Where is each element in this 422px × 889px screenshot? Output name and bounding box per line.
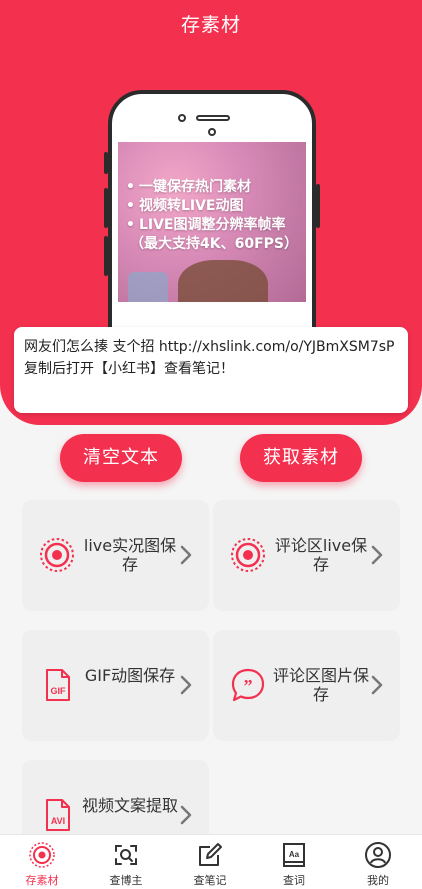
card-label: GIF动图保存 xyxy=(84,666,176,685)
tab-label: 查博主 xyxy=(109,874,143,887)
feature-note: （最大支持4K、60FPS） xyxy=(130,236,298,252)
feature-item: LIVE图调整分辨率帧率 xyxy=(126,216,298,235)
gif-file-icon: GIF xyxy=(46,669,70,701)
promo-image: 一键保存热门素材 视频转LIVE动图 LIVE图调整分辨率帧率 （最大支持4K、… xyxy=(118,142,306,302)
tab-label: 我的 xyxy=(367,874,389,887)
clear-text-button[interactable]: 清空文本 xyxy=(60,434,182,482)
card-label: 评论区图片保存 xyxy=(272,666,369,704)
card-label: 视频文案提取 xyxy=(81,796,178,815)
link-text-line: 网友们怎么揍 支个招 http://xhslink.com/o/YJBmXSM7… xyxy=(24,339,395,355)
tab-save-material[interactable]: 存素材 xyxy=(0,839,84,889)
quote-bubble-icon: ” xyxy=(231,668,265,702)
svg-text:Aa: Aa xyxy=(289,850,300,859)
avi-file-icon: AVI xyxy=(46,799,70,831)
chevron-right-icon xyxy=(180,545,192,565)
svg-text:AVI: AVI xyxy=(51,816,65,826)
tab-label: 查笔记 xyxy=(193,874,227,887)
card-label: live实况图保存 xyxy=(83,536,177,574)
tab-search-note[interactable]: 查笔记 xyxy=(168,839,252,889)
scan-search-icon xyxy=(115,845,137,865)
link-text-input[interactable]: 网友们怎么揍 支个招 http://xhslink.com/o/YJBmXSM7… xyxy=(14,327,408,413)
link-text-line: 复制后打开【小红书】查看笔记！ xyxy=(24,361,234,377)
chevron-right-icon xyxy=(371,675,383,695)
svg-text:GIF: GIF xyxy=(51,686,67,696)
svg-text:”: ” xyxy=(244,676,253,696)
tab-label: 查词 xyxy=(283,874,305,887)
card-live-photo-save[interactable]: live实况图保存 xyxy=(22,500,209,611)
card-comment-image-save[interactable]: ” 评论区图片保存 xyxy=(213,630,400,741)
chevron-right-icon xyxy=(180,675,192,695)
page-title: 存素材 xyxy=(180,14,241,36)
card-comment-live-save[interactable]: 评论区live保存 xyxy=(213,500,400,611)
live-photo-icon xyxy=(40,538,74,572)
tab-search-word[interactable]: Aa 查词 xyxy=(252,839,336,889)
user-icon xyxy=(365,842,391,868)
tab-label: 存素材 xyxy=(25,874,59,887)
bottom-tab-bar: 存素材 查博主 查笔记 Aa 查词 我的 xyxy=(0,834,422,889)
chevron-right-icon xyxy=(180,805,192,825)
chevron-right-icon xyxy=(371,545,383,565)
live-photo-icon xyxy=(231,538,265,572)
edit-note-icon xyxy=(199,843,222,866)
card-label: 评论区live保存 xyxy=(274,536,368,574)
tab-search-blogger[interactable]: 查博主 xyxy=(84,839,168,889)
feature-item: 一键保存热门素材 xyxy=(126,178,298,197)
feature-list: 一键保存热门素材 视频转LIVE动图 LIVE图调整分辨率帧率 （最大支持4K、… xyxy=(126,178,298,254)
tab-profile[interactable]: 我的 xyxy=(336,839,420,889)
card-gif-save[interactable]: GIF GIF动图保存 xyxy=(22,630,209,741)
dictionary-icon: Aa xyxy=(283,843,305,867)
feature-item: 视频转LIVE动图 xyxy=(126,197,298,216)
get-material-button[interactable]: 获取素材 xyxy=(240,434,362,482)
live-photo-icon xyxy=(29,842,55,868)
